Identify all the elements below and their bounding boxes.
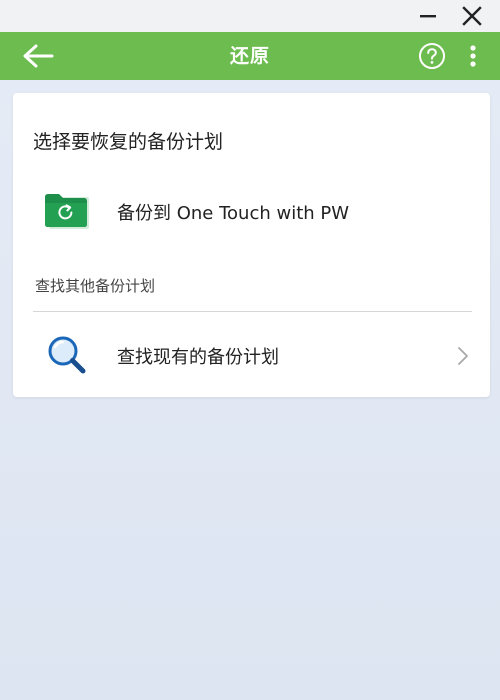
find-existing-plan-label: 查找现有的备份计划 xyxy=(117,347,279,368)
divider xyxy=(33,311,472,312)
find-existing-plan-item[interactable]: 查找现有的备份计划 xyxy=(13,325,490,385)
help-button[interactable] xyxy=(418,42,446,70)
minimize-button[interactable] xyxy=(408,0,448,32)
page-title: 还原 xyxy=(229,45,270,67)
section-heading: 选择要恢复的备份计划 xyxy=(33,131,224,153)
other-plans-label: 查找其他备份计划 xyxy=(35,277,156,295)
green-folder-restore-icon xyxy=(45,194,89,229)
window-titlebar xyxy=(0,0,500,32)
minimize-icon xyxy=(420,15,436,18)
chevron-right-icon xyxy=(458,347,468,365)
app-header: 还原 xyxy=(0,32,500,80)
arrow-left-icon xyxy=(23,44,54,68)
more-options-button[interactable] xyxy=(462,42,484,70)
more-vertical-icon xyxy=(470,45,476,67)
close-icon xyxy=(462,6,482,26)
backup-plan-label: 备份到 One Touch with PW xyxy=(117,203,350,224)
magnifier-icon xyxy=(48,336,86,374)
close-button[interactable] xyxy=(452,0,492,32)
app-window: 还原 选择要恢复的备份计划 备份到 One Touch with PW 查找其他… xyxy=(0,0,500,700)
backup-plan-item[interactable]: 备份到 One Touch with PW xyxy=(13,185,490,241)
back-button[interactable] xyxy=(18,41,58,71)
help-circle-icon xyxy=(419,43,445,69)
restore-card: 选择要恢复的备份计划 备份到 One Touch with PW 查找其他备份计… xyxy=(13,93,490,397)
